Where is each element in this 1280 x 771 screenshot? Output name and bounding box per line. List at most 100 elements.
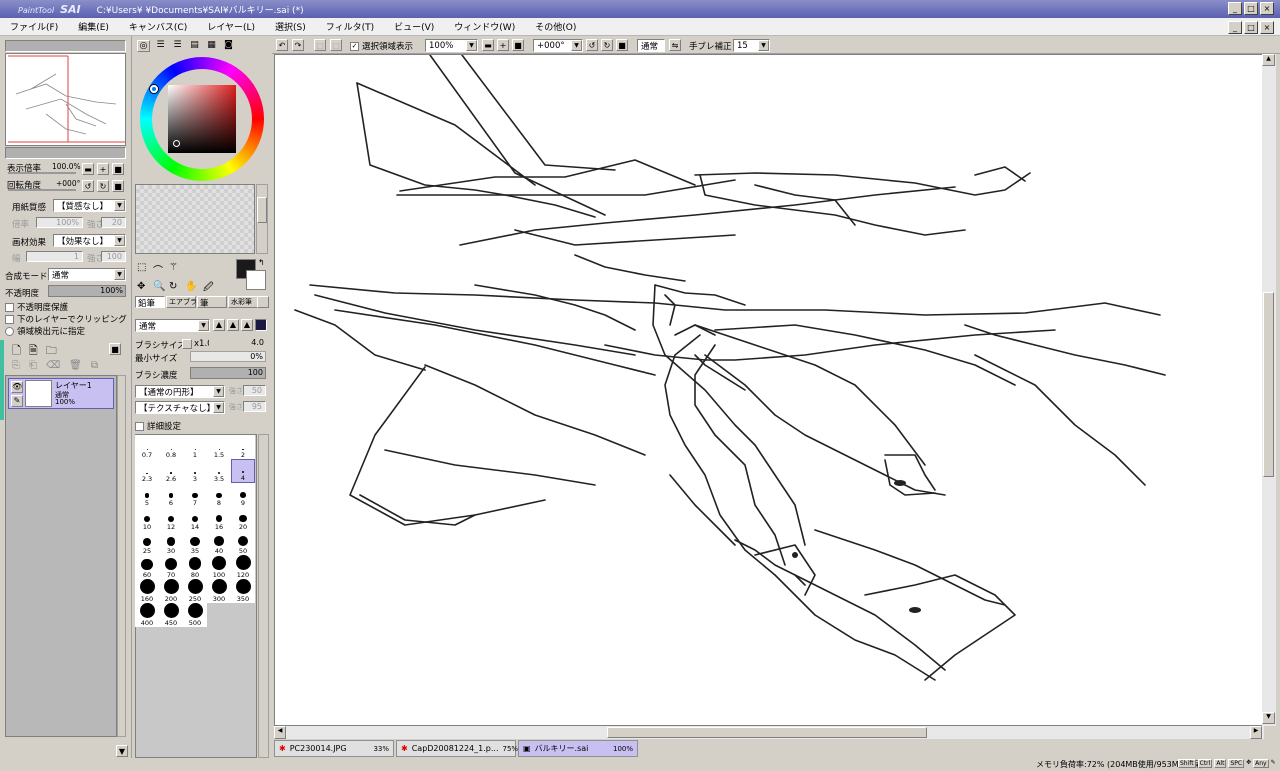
rotate-reset-button[interactable]: ■ — [112, 180, 124, 192]
menu-view[interactable]: ビュー(V) — [384, 20, 444, 33]
navigator-preview[interactable] — [5, 53, 126, 146]
paper-texture-select[interactable]: 【質感なし】 ▼ — [53, 199, 126, 212]
maximize-button[interactable]: □ — [1244, 2, 1258, 15]
secondary-color-swatch[interactable] — [246, 270, 266, 290]
doc-tab-1[interactable]: ✱ PC230014.JPG 33% — [274, 740, 394, 757]
brush-texture-strength[interactable]: 95 — [243, 401, 266, 412]
doc-close-button[interactable]: × — [1260, 21, 1274, 34]
edge-hard-icon[interactable]: ▲ — [241, 319, 253, 331]
zoom-icon[interactable]: 🔍 — [153, 281, 169, 292]
brush-size-cell[interactable]: 40 — [207, 531, 231, 555]
brush-size-cell[interactable]: 70 — [159, 555, 183, 579]
tool-tab-watercolor[interactable]: 水彩筆 — [228, 296, 258, 308]
drawing-canvas[interactable] — [274, 54, 1264, 726]
brush-size-cell[interactable]: 10 — [135, 507, 159, 531]
menu-edit[interactable]: 編集(E) — [68, 20, 119, 33]
zoom-in-button[interactable]: + — [97, 163, 109, 175]
pen-icon[interactable]: ✎ — [11, 395, 23, 407]
lasso-icon[interactable]: ⌒ — [153, 262, 169, 277]
tool-tab-pencil[interactable]: 鉛筆 — [135, 296, 165, 309]
brush-size-cell[interactable]: 5 — [135, 483, 159, 507]
edge-soft-icon[interactable]: ▲ — [213, 319, 225, 331]
brush-size-cell[interactable]: 20 — [231, 507, 255, 531]
brush-size-cell[interactable]: 80 — [183, 555, 207, 579]
brush-size-cell[interactable]: 3.5 — [207, 459, 231, 483]
brush-size-cell[interactable]: 250 — [183, 579, 207, 603]
density-slider[interactable]: 100 — [190, 367, 266, 379]
rotate-icon[interactable]: ↻ — [169, 281, 185, 292]
layer-row[interactable]: 👁 ✎ レイヤー1 通常 100% — [8, 378, 114, 409]
zoom-out-button[interactable]: ▬ — [82, 163, 94, 175]
brush-shape-select[interactable]: 【通常の円形】 ▼ — [135, 385, 225, 398]
scroll-down-icon[interactable]: ▼ — [1262, 712, 1275, 724]
brush-size-cell[interactable]: 200 — [159, 579, 183, 603]
canvas-horizontal-scrollbar[interactable]: ◀ ▶ — [274, 726, 1264, 739]
new-folder-icon[interactable]: 🗀 — [46, 342, 57, 361]
blend-mode-select[interactable]: 通常 ▼ — [48, 268, 126, 281]
canvas-zoom-reset-icon[interactable]: ■ — [512, 39, 524, 51]
edge-medium-icon[interactable]: ▲ — [227, 319, 239, 331]
swatch-icon[interactable]: ▤ — [188, 40, 201, 52]
doc-maximize-button[interactable]: □ — [1244, 21, 1258, 34]
menu-other[interactable]: その他(O) — [525, 20, 586, 33]
menu-select[interactable]: 選択(S) — [265, 20, 316, 33]
brush-size-cell[interactable]: 450 — [159, 603, 183, 627]
color-wheel[interactable] — [140, 57, 264, 181]
brush-size-cell[interactable]: 120 — [231, 555, 255, 579]
brush-size-cell[interactable]: 350 — [231, 579, 255, 603]
brush-size-cell[interactable]: 3 — [183, 459, 207, 483]
brush-size-cell[interactable]: 35 — [183, 531, 207, 555]
preserve-opacity-checkbox[interactable]: 不透明度保護 — [5, 301, 68, 313]
brush-size-cell[interactable]: 14 — [183, 507, 207, 531]
clipping-checkbox[interactable]: 下のレイヤーでクリッピング — [5, 313, 127, 325]
sv-cursor[interactable] — [173, 140, 180, 147]
brush-size-cell[interactable]: 8 — [207, 483, 231, 507]
brush-size-cell[interactable]: 12 — [159, 507, 183, 531]
brush-size-cell[interactable]: 300 — [207, 579, 231, 603]
scratch-pad[interactable] — [135, 184, 255, 254]
zoom-reset-button[interactable]: ■ — [112, 163, 124, 175]
rgb-slider-icon[interactable]: ☰ — [154, 40, 167, 52]
brush-size-cell[interactable]: 1.5 — [207, 435, 231, 459]
palette-icon[interactable]: ◙ — [222, 40, 235, 52]
move-icon[interactable]: ✥ — [137, 281, 153, 292]
tool-tab-airbrush[interactable]: エアブラシ — [166, 296, 204, 308]
swap-colors-icon[interactable]: ↰ — [258, 258, 265, 267]
canvas-vertical-scrollbar[interactable]: ▲ ▼ — [1262, 54, 1276, 726]
new-vector-layer-icon[interactable]: 🗎 — [29, 342, 38, 361]
scroll-up-icon[interactable]: ▲ — [1262, 54, 1275, 66]
canvas-angle-select[interactable]: +000° ▼ — [533, 39, 583, 52]
brush-size-cell[interactable]: 7 — [183, 483, 207, 507]
rotate-slider[interactable] — [8, 189, 76, 191]
tool-tab-brush[interactable]: 筆 — [197, 296, 227, 309]
brush-size-cell[interactable]: 160 — [135, 579, 159, 603]
selection-source-radio[interactable]: 領域検出元に指定 — [5, 325, 85, 337]
stabilizer-select[interactable]: 15 ▼ — [733, 39, 770, 52]
eye-icon[interactable]: 👁 — [11, 381, 23, 393]
brush-shape-strength[interactable]: 50 — [243, 385, 266, 396]
brush-grid-scrollbar[interactable] — [258, 434, 269, 758]
delete-layer-icon[interactable]: 🗑 — [69, 360, 82, 371]
canvas-zoom-in-icon[interactable]: + — [497, 39, 509, 51]
menu-canvas[interactable]: キャンバス(C) — [119, 20, 197, 33]
brush-shape-mode-select[interactable]: 通常 ▼ — [135, 319, 210, 332]
layer-scroll-button[interactable]: ▼ — [116, 745, 128, 757]
brush-size-cell[interactable]: 4 — [231, 459, 255, 483]
invert-selection-icon[interactable]: □ — [330, 39, 342, 51]
brush-size-cell[interactable]: 0.7 — [135, 435, 159, 459]
merge-down-icon[interactable]: ⎗ — [29, 360, 37, 371]
canvas-zoom-select[interactable]: 100% ▼ — [425, 39, 478, 52]
texture-strength-field[interactable]: 20 — [101, 217, 126, 228]
min-size-slider[interactable]: 0% — [190, 351, 266, 362]
brush-size-field[interactable]: 4.0 — [209, 338, 266, 349]
rotate-right-button[interactable]: ↻ — [97, 180, 109, 192]
canvas-rotate-left-icon[interactable]: ↺ — [586, 39, 598, 51]
hsv-slider-icon[interactable]: ☰ — [171, 40, 184, 52]
canvas-rotate-reset-icon[interactable]: ■ — [616, 39, 628, 51]
menu-file[interactable]: ファイル(F) — [0, 20, 68, 33]
brush-size-cell[interactable]: 500 — [183, 603, 207, 627]
magic-wand-icon[interactable]: ⚚ — [169, 262, 185, 277]
rotate-left-button[interactable]: ↺ — [82, 180, 94, 192]
doc-tab-3[interactable]: ▣ バルキリー.sai 100% — [518, 740, 638, 757]
scratch-scrollbar[interactable] — [256, 184, 268, 254]
